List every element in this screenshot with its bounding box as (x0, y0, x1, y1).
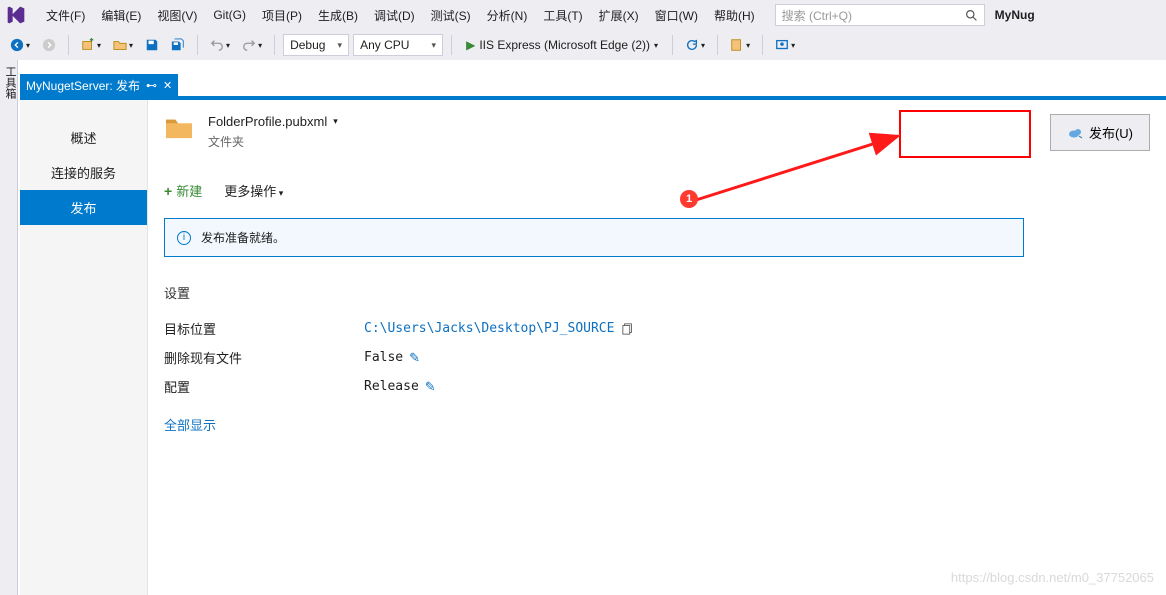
profile-type: 文件夹 (208, 133, 338, 150)
toolbox-tab[interactable]: 工具箱 (0, 60, 20, 105)
toolbar: ▾ ▾ ▾ ▾ ▾ Debug Any CPU ▶ IIS Express (M… (0, 30, 1166, 60)
setting-label: 删除现有文件 (164, 348, 364, 367)
setting-value-link[interactable]: C:\Users\Jacks\Desktop\PJ_SOURCE (364, 321, 614, 336)
setting-target-location: 目标位置 C:\Users\Jacks\Desktop\PJ_SOURCE (164, 314, 1024, 343)
save-button[interactable] (141, 34, 163, 56)
folder-icon (164, 114, 194, 140)
settings-section: 设置 目标位置 C:\Users\Jacks\Desktop\PJ_SOURCE… (164, 283, 1024, 434)
watermark: https://blog.csdn.net/m0_37752065 (951, 570, 1154, 585)
left-vertical-tabs: 工具箱 (0, 60, 18, 595)
new-profile-button[interactable]: + 新建 (164, 181, 202, 200)
sidebar-item-connected-services[interactable]: 连接的服务 (20, 155, 147, 190)
new-project-button[interactable]: ▾ (77, 34, 105, 56)
menubar: 文件(F) 编辑(E) 视图(V) Git(G) 项目(P) 生成(B) 调试(… (0, 0, 1166, 30)
setting-value: Release (364, 379, 419, 394)
menu-debug[interactable]: 调试(D) (366, 3, 423, 28)
setting-label: 配置 (164, 377, 364, 396)
cloud-publish-icon (1067, 126, 1083, 140)
redo-button[interactable]: ▾ (238, 34, 266, 56)
run-button[interactable]: ▶ IIS Express (Microsoft Edge (2)) ▾ (460, 34, 664, 56)
find-in-files-button[interactable]: ▾ (726, 34, 754, 56)
menu-analyze[interactable]: 分析(N) (479, 3, 536, 28)
menu-extensions[interactable]: 扩展(X) (591, 3, 647, 28)
publish-page: 概述 连接的服务 发布 FolderProfile.pubxml ▾ 文件夹 发… (20, 100, 1166, 595)
search-input[interactable]: 搜索 (Ctrl+Q) (775, 4, 985, 26)
sidebar-item-publish[interactable]: 发布 (20, 190, 147, 225)
solution-name: MyNug (995, 8, 1035, 22)
document-tab[interactable]: MyNugetServer: 发布 ⊷ ✕ (20, 74, 178, 96)
close-icon[interactable]: ✕ (163, 79, 172, 92)
setting-label: 目标位置 (164, 319, 364, 338)
profile-file-name[interactable]: FolderProfile.pubxml ▾ (208, 114, 338, 129)
setting-delete-existing: 删除现有文件 False ✎ (164, 343, 1024, 372)
publish-button[interactable]: 发布(U) (1050, 114, 1150, 151)
status-message: 发布准备就绪。 (201, 229, 285, 246)
nav-forward-button[interactable] (38, 34, 60, 56)
chevron-down-icon: ▾ (333, 116, 338, 127)
search-placeholder: 搜索 (Ctrl+Q) (782, 7, 852, 24)
browser-refresh-button[interactable]: ▾ (681, 34, 709, 56)
live-share-button[interactable]: ▾ (771, 34, 799, 56)
publish-main: FolderProfile.pubxml ▾ 文件夹 发布(U) + 新建 更多… (148, 100, 1166, 595)
menu-git[interactable]: Git(G) (205, 4, 254, 26)
menu-test[interactable]: 测试(S) (423, 3, 479, 28)
edit-icon[interactable]: ✎ (409, 350, 420, 366)
setting-configuration: 配置 Release ✎ (164, 372, 1024, 401)
save-all-button[interactable] (167, 34, 189, 56)
menu-build[interactable]: 生成(B) (310, 3, 366, 28)
platform-combo[interactable]: Any CPU (353, 34, 443, 56)
annotation-step-number: 1 (680, 190, 698, 208)
info-icon: i (177, 231, 191, 245)
publish-sidebar: 概述 连接的服务 发布 (20, 100, 148, 595)
pin-icon[interactable]: ⊷ (146, 79, 157, 92)
settings-title: 设置 (164, 283, 1024, 302)
status-box: i 发布准备就绪。 (164, 218, 1024, 257)
sidebar-item-overview[interactable]: 概述 (20, 120, 147, 155)
plus-icon: + (164, 183, 172, 199)
config-combo[interactable]: Debug (283, 34, 349, 56)
menu-help[interactable]: 帮助(H) (706, 3, 763, 28)
copy-icon[interactable] (622, 323, 634, 335)
play-icon: ▶ (466, 38, 475, 52)
search-icon (965, 9, 978, 22)
menu-view[interactable]: 视图(V) (149, 3, 205, 28)
document-tab-title: MyNugetServer: 发布 (26, 77, 140, 94)
menu-edit[interactable]: 编辑(E) (93, 3, 149, 28)
open-button[interactable]: ▾ (109, 34, 137, 56)
nav-back-button[interactable]: ▾ (6, 34, 34, 56)
vs-logo-icon (4, 5, 32, 25)
menu-project[interactable]: 项目(P) (254, 3, 310, 28)
undo-button[interactable]: ▾ (206, 34, 234, 56)
menu-tools[interactable]: 工具(T) (535, 3, 590, 28)
menu-window[interactable]: 窗口(W) (647, 3, 706, 28)
setting-value: False (364, 350, 403, 365)
edit-icon[interactable]: ✎ (425, 379, 436, 395)
more-actions-button[interactable]: 更多操作 (224, 181, 283, 200)
menu-file[interactable]: 文件(F) (38, 3, 93, 28)
show-all-link[interactable]: 全部显示 (164, 415, 216, 434)
